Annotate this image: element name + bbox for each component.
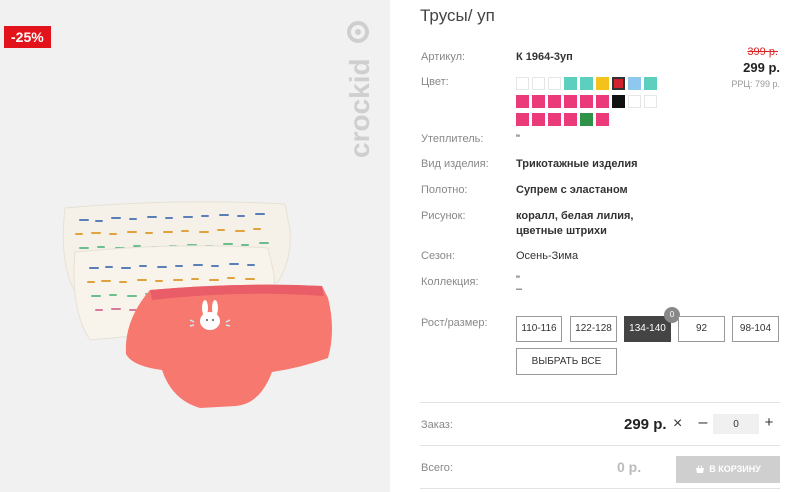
color-swatch[interactable] xyxy=(564,113,577,126)
season-label: Сезон: xyxy=(421,250,455,262)
add-to-cart-button[interactable]: В КОРЗИНУ xyxy=(676,456,780,483)
size-option-92[interactable]: 92 xyxy=(678,316,725,342)
size-option-98-104[interactable]: 98-104 xyxy=(732,316,779,342)
decrement-button[interactable]: – xyxy=(696,414,710,432)
size-label: Рост/размер: xyxy=(421,317,488,329)
order-price: 299 р. xyxy=(624,416,667,433)
color-swatch[interactable] xyxy=(612,77,625,90)
pattern-value-line1: коралл, белая лилия, xyxy=(516,210,634,222)
color-swatch[interactable] xyxy=(548,77,561,90)
brand-logo: crockid xyxy=(344,21,375,158)
divider xyxy=(420,402,780,403)
color-swatch[interactable] xyxy=(532,113,545,126)
increment-button[interactable]: + xyxy=(762,414,776,431)
color-swatch[interactable] xyxy=(628,77,641,90)
order-label: Заказ: xyxy=(421,419,453,431)
article-value: К 1964-3уп xyxy=(516,51,573,63)
color-swatch[interactable] xyxy=(580,113,593,126)
divider xyxy=(420,445,780,446)
collection-label: Коллекция: xyxy=(421,276,479,288)
size-option-122-128[interactable]: 122-128 xyxy=(570,316,617,342)
type-label: Вид изделия: xyxy=(421,158,489,170)
svg-text:crockid: crockid xyxy=(344,58,375,158)
color-swatch[interactable] xyxy=(628,95,641,108)
current-price: 299 р. xyxy=(743,60,780,75)
select-all-button[interactable]: ВЫБРАТЬ ВСЕ xyxy=(516,348,617,375)
color-swatch[interactable] xyxy=(532,77,545,90)
color-swatch[interactable] xyxy=(532,95,545,108)
insulation-value: " xyxy=(516,133,520,145)
color-swatch[interactable] xyxy=(516,113,529,126)
product-gallery: -25% crockid xyxy=(0,0,390,492)
discount-badge: -25% xyxy=(4,26,51,48)
color-swatch[interactable] xyxy=(516,77,529,90)
color-swatch[interactable] xyxy=(596,95,609,108)
insulation-label: Утеплитель: xyxy=(421,133,484,145)
basket-icon xyxy=(696,465,705,473)
color-swatch[interactable] xyxy=(596,77,609,90)
fabric-label: Полотно: xyxy=(421,184,468,196)
size-option-134-140[interactable]: 134-140 xyxy=(624,316,671,342)
color-swatch[interactable] xyxy=(548,95,561,108)
product-title: Трусы/ уп xyxy=(420,6,495,25)
total-price: 0 р. xyxy=(617,459,642,475)
type-value: Трикотажные изделия xyxy=(516,158,638,170)
article-label: Артикул: xyxy=(421,51,466,63)
color-swatch[interactable] xyxy=(548,113,561,126)
size-option-110-116[interactable]: 110-116 xyxy=(516,316,562,342)
old-price: 399 р. xyxy=(747,46,778,58)
color-swatch[interactable] xyxy=(612,95,625,108)
product-image xyxy=(62,201,332,408)
color-label: Цвет: xyxy=(421,76,449,88)
color-swatch[interactable] xyxy=(580,77,593,90)
color-swatch[interactable] xyxy=(580,95,593,108)
rrp-price: РРЦ: 799 р. xyxy=(731,79,780,89)
add-to-cart-label: В КОРЗИНУ xyxy=(709,464,761,474)
color-swatch[interactable] xyxy=(644,77,657,90)
fabric-value: Супрем с эластаном xyxy=(516,184,628,196)
color-swatch[interactable] xyxy=(516,95,529,108)
collection-value-line2: – xyxy=(516,283,523,295)
multiply-icon: × xyxy=(673,415,683,432)
color-swatch[interactable] xyxy=(564,95,577,108)
color-swatch[interactable] xyxy=(596,113,609,126)
divider xyxy=(420,488,780,489)
pattern-value-line2: цветные штрихи xyxy=(516,225,607,237)
quantity-input[interactable] xyxy=(713,414,759,434)
color-swatch[interactable] xyxy=(644,95,657,108)
season-value: Осень-Зима xyxy=(516,250,579,262)
color-swatches xyxy=(516,77,666,131)
pattern-label: Рисунок: xyxy=(421,210,466,222)
color-swatch[interactable] xyxy=(564,77,577,90)
total-label: Всего: xyxy=(421,462,453,474)
